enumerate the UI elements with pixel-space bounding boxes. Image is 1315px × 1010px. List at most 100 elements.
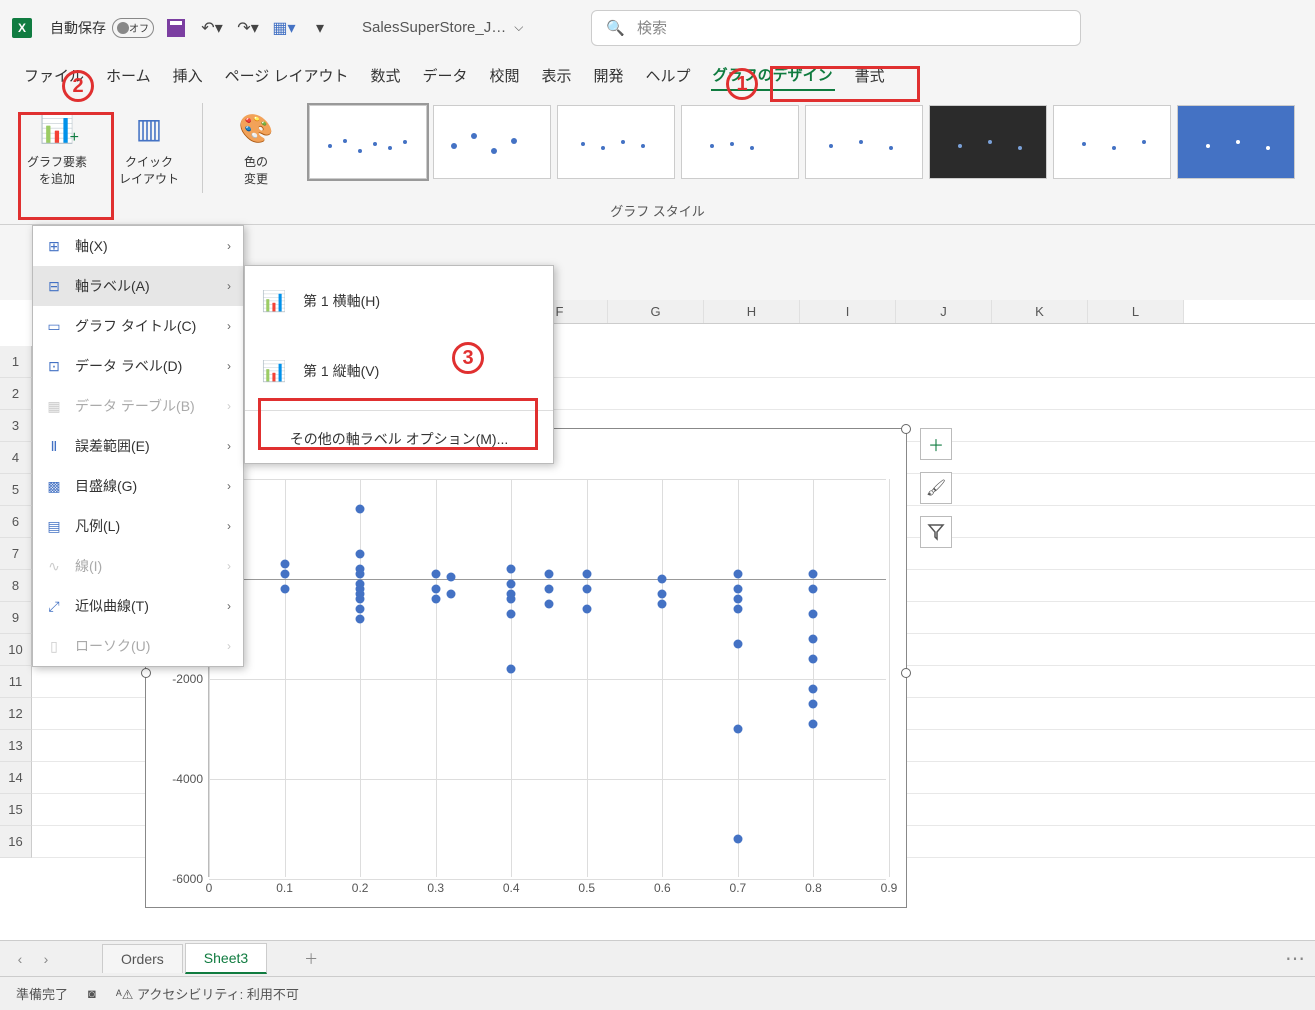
ribbon-tabs: ファイル ホーム 挿入 ページ レイアウト 数式 データ 校閲 表示 開発 ヘル… [0, 55, 1315, 95]
excel-icon [12, 18, 32, 38]
menu-gridlines[interactable]: ▩目盛線(G)› [33, 466, 243, 506]
submenu-primary-vertical[interactable]: 📊第 1 縦軸(V) [245, 336, 553, 406]
autosave-toggle[interactable]: オフ [112, 18, 154, 38]
vertical-axis-icon: 📊 [257, 354, 291, 388]
col-header[interactable]: K [992, 300, 1088, 323]
menu-axis-labels[interactable]: ⊟軸ラベル(A)› [33, 266, 243, 306]
sheet-more-button[interactable]: ⋯ [1283, 947, 1307, 971]
row-header[interactable]: 2 [0, 378, 32, 410]
row-header[interactable]: 1 [0, 346, 32, 378]
row-header[interactable]: 5 [0, 474, 32, 506]
axis-labels-icon: ⊟ [45, 277, 63, 295]
qat-customize[interactable]: ▾ [306, 14, 334, 42]
row-header[interactable]: 16 [0, 826, 32, 858]
row-header[interactable]: 3 [0, 410, 32, 442]
sheet-tab-bar: ‹ › Orders Sheet3 ＋ ⋯ [0, 940, 1315, 976]
chart-styles-label: グラフ スタイル [610, 201, 705, 220]
menu-lines: ∿線(I)› [33, 546, 243, 586]
search-input[interactable]: 🔍 検索 [591, 10, 1081, 46]
chart-style-6[interactable] [929, 105, 1047, 179]
macro-record-icon[interactable]: ◙ [88, 986, 96, 1001]
palette-icon: 🎨 [232, 107, 280, 149]
chart-style-8[interactable] [1177, 105, 1295, 179]
row-header[interactable]: 6 [0, 506, 32, 538]
chart-title-icon: ▭ [45, 317, 63, 335]
save-icon [167, 19, 185, 37]
quick-layout-button[interactable]: ▥ クイック レイアウト [110, 103, 188, 195]
chart-style-5[interactable] [805, 105, 923, 179]
add-chart-element-icon: 📊+ [33, 107, 81, 149]
menu-data-labels[interactable]: ⊡データ ラベル(D)› [33, 346, 243, 386]
data-table-icon: ▦ [45, 397, 63, 415]
row-header[interactable]: 14 [0, 762, 32, 794]
chart-style-4[interactable] [681, 105, 799, 179]
chart-plot-area[interactable]: -6000-4000-20000200000.10.20.30.40.50.60… [208, 479, 886, 877]
embedded-chart[interactable]: Profit -6000-4000-20000200000.10.20.30.4… [145, 428, 907, 908]
tab-page-layout[interactable]: ページ レイアウト [223, 61, 351, 90]
chart-elements-button[interactable]: ＋ [920, 428, 952, 460]
status-bar: 準備完了 ◙ ᴬ⚠ アクセシビリティ: 利用不可 [0, 976, 1315, 1010]
add-chart-element-button[interactable]: 📊+ グラフ要素 を追加 [18, 103, 96, 195]
row-header[interactable]: 13 [0, 730, 32, 762]
chart-side-buttons: ＋ 🖌 [920, 428, 952, 548]
axes-icon: ⊞ [45, 237, 63, 255]
sheet-tab-sheet3[interactable]: Sheet3 [185, 943, 267, 974]
sheet-tab-orders[interactable]: Orders [102, 944, 183, 973]
col-header[interactable]: I [800, 300, 896, 323]
chart-style-1[interactable] [309, 105, 427, 179]
save-button[interactable] [162, 14, 190, 42]
submenu-more-options[interactable]: その他の軸ラベル オプション(M)... [245, 415, 553, 463]
menu-legend[interactable]: ▤凡例(L)› [33, 506, 243, 546]
lines-icon: ∿ [45, 557, 63, 575]
row-header[interactable]: 10 [0, 634, 32, 666]
row-header[interactable]: 11 [0, 666, 32, 698]
error-bars-icon: Ⅱ [45, 437, 63, 455]
search-placeholder: 検索 [637, 17, 667, 38]
tab-help[interactable]: ヘルプ [644, 61, 693, 90]
col-header[interactable]: G [608, 300, 704, 323]
updown-bars-icon: ▯ [45, 637, 63, 655]
tab-data[interactable]: データ [420, 61, 469, 90]
tab-format[interactable]: 書式 [853, 61, 887, 90]
redo-button[interactable]: ↷▾ [234, 14, 262, 42]
search-icon: 🔍 [606, 19, 625, 37]
change-colors-button[interactable]: 🎨 色の 変更 [217, 103, 295, 195]
row-header[interactable]: 12 [0, 698, 32, 730]
menu-error-bars[interactable]: Ⅱ誤差範囲(E)› [33, 426, 243, 466]
chart-filters-button[interactable] [920, 516, 952, 548]
sheet-add-button[interactable]: ＋ [299, 947, 323, 971]
row-header[interactable]: 7 [0, 538, 32, 570]
tab-formulas[interactable]: 数式 [368, 61, 402, 90]
addins-button[interactable]: ▦▾ [270, 14, 298, 42]
submenu-primary-horizontal[interactable]: 📊第 1 横軸(H) [245, 266, 553, 336]
tab-chart-design[interactable]: グラフのデザイン [711, 60, 835, 91]
col-header[interactable]: H [704, 300, 800, 323]
menu-chart-title[interactable]: ▭グラフ タイトル(C)› [33, 306, 243, 346]
col-header[interactable]: L [1088, 300, 1184, 323]
document-title[interactable]: SalesSuperStore_J…⌵ [362, 19, 523, 36]
menu-axes[interactable]: ⊞軸(X)› [33, 226, 243, 266]
status-accessibility[interactable]: ᴬ⚠ アクセシビリティ: 利用不可 [116, 984, 299, 1003]
legend-icon: ▤ [45, 517, 63, 535]
tab-home[interactable]: ホーム [104, 61, 153, 90]
chart-style-2[interactable] [433, 105, 551, 179]
status-ready: 準備完了 [16, 984, 68, 1003]
quick-layout-icon: ▥ [125, 107, 173, 149]
col-header[interactable]: J [896, 300, 992, 323]
row-header[interactable]: 8 [0, 570, 32, 602]
row-header[interactable]: 15 [0, 794, 32, 826]
tab-insert[interactable]: 挿入 [171, 61, 205, 90]
chart-style-7[interactable] [1053, 105, 1171, 179]
tab-view[interactable]: 表示 [540, 61, 574, 90]
menu-trendline[interactable]: ⤢近似曲線(T)› [33, 586, 243, 626]
tab-developer[interactable]: 開発 [592, 61, 626, 90]
row-header[interactable]: 9 [0, 602, 32, 634]
tab-file[interactable]: ファイル [22, 61, 86, 90]
chart-style-3[interactable] [557, 105, 675, 179]
sheet-nav-left[interactable]: ‹ [8, 947, 32, 971]
undo-button[interactable]: ↶▾ [198, 14, 226, 42]
tab-review[interactable]: 校閲 [488, 61, 522, 90]
chart-styles-button[interactable]: 🖌 [920, 472, 952, 504]
row-header[interactable]: 4 [0, 442, 32, 474]
sheet-nav-right[interactable]: › [34, 947, 58, 971]
